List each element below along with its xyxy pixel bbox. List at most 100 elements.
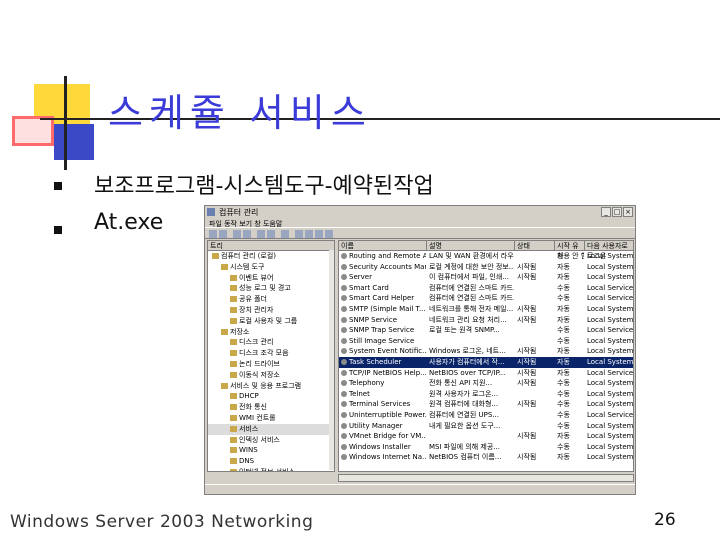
service-status: 시작됨 <box>517 357 554 368</box>
table-row[interactable]: Windows Installer MSI 파일에 의해 제공... 수동 Local… <box>339 442 633 453</box>
tree-item[interactable]: 디스크 관리 <box>208 337 334 348</box>
back-icon[interactable] <box>209 230 217 238</box>
stop-service-icon[interactable] <box>305 230 313 238</box>
tree-item[interactable]: 이동식 저장소 <box>208 370 334 381</box>
tree-item[interactable]: 인터넷 정보 서비스 <box>208 467 334 471</box>
folder-icon <box>230 285 237 292</box>
table-row[interactable]: Terminal Services 원격 컴퓨터에 대화형... 시작됨 수동 Loca… <box>339 399 633 410</box>
tree-item[interactable]: 전화 통신 <box>208 402 334 413</box>
tree-item[interactable]: 컴퓨터 관리 (로컬) <box>208 251 334 262</box>
table-row[interactable]: SMTP (Simple Mail T... 네트워크를 통해 전자 메일... 시… <box>339 304 633 315</box>
maximize-button[interactable]: □ <box>612 207 622 217</box>
table-row[interactable]: System Event Notific... Windows 로그온, 네트..… <box>339 346 633 357</box>
service-startup-type-text: 수동 <box>557 442 570 451</box>
tree-item[interactable]: 공유 폴더 <box>208 294 334 305</box>
column-header-description[interactable]: 설명 <box>427 241 515 251</box>
table-row[interactable]: SNMP Service 네트워크 관리 요청 처리... 시작됨 자동 Local S… <box>339 315 633 326</box>
table-row[interactable]: Task Scheduler 사용자가 컴퓨터에서 작... 시작됨 자동 Local … <box>339 356 633 368</box>
table-row[interactable]: Server 이 컴퓨터에서 파일, 인쇄... 시작됨 자동 Local System <box>339 272 633 283</box>
gear-icon <box>341 369 347 376</box>
service-name: Windows Installer <box>341 442 426 453</box>
table-row[interactable]: Telnet 원격 사용자가 로그온... 수동 Local System <box>339 389 633 400</box>
tree-item[interactable]: 논리 드라이브 <box>208 359 334 370</box>
tree-item-label: 이벤트 뷰어 <box>239 273 274 282</box>
gear-icon <box>341 327 347 334</box>
folder-icon <box>230 458 237 465</box>
title-decoration-blue <box>54 124 94 160</box>
table-row[interactable]: TCP/IP NetBIOS Help... NetBIOS over TCP/I… <box>339 368 633 379</box>
folder-icon <box>230 436 237 443</box>
service-description-text: NetBIOS 컴퓨터 이름... <box>429 453 502 462</box>
service-name-text: Still Image Service <box>349 336 415 345</box>
tree-item-label: 논리 드라이브 <box>239 359 280 368</box>
tree-item[interactable]: 서비스 <box>208 423 334 435</box>
column-header-status[interactable]: 상태 <box>515 241 555 251</box>
tree-item[interactable]: 인덱싱 서비스 <box>208 435 334 446</box>
column-header-log-on-as[interactable]: 다음 사용자로 로그온 <box>585 241 633 260</box>
gear-icon <box>341 316 347 323</box>
menu-bar[interactable]: 파일 동작 보기 창 도움말 <box>205 218 635 228</box>
start-service-icon[interactable] <box>295 230 303 238</box>
column-header-startup-type[interactable]: 시작 유형 <box>555 241 585 260</box>
tree-scrollbar[interactable] <box>329 250 334 470</box>
table-row[interactable]: Still Image Service 수동 Local System <box>339 336 633 347</box>
service-logon-as: Local System <box>587 315 633 326</box>
service-startup-type: 수동 <box>557 389 584 400</box>
tree-item[interactable]: 시스템 도구 <box>208 262 334 273</box>
table-row[interactable]: SNMP Trap Service 로컬 또는 원격 SNMP... 수동 Local… <box>339 325 633 336</box>
tree-item[interactable]: 이벤트 뷰어 <box>208 273 334 284</box>
service-name-text: Uninterruptible Power... <box>349 410 426 419</box>
table-row[interactable]: Smart Card 컴퓨터에 연결된 스마트 카드... 수동 Local Serv… <box>339 283 633 294</box>
service-startup-type-text: 수동 <box>557 410 570 419</box>
service-startup-type: 수동 <box>557 336 584 347</box>
tree-item[interactable]: 장치 관리자 <box>208 305 334 316</box>
gear-icon <box>341 305 347 312</box>
help-icon[interactable] <box>281 230 289 238</box>
service-startup-type-text: 수동 <box>557 389 570 398</box>
bullet-text-2: At.exe <box>94 210 164 235</box>
export-icon[interactable] <box>267 230 275 238</box>
service-logon-as-text: Local System <box>587 442 634 451</box>
tree-item-label: 로컬 사용자 및 그룹 <box>239 316 298 325</box>
tree-item[interactable]: 로컬 사용자 및 그룹 <box>208 316 334 327</box>
window-title-bar: 컴퓨터 관리 _ □ × <box>205 206 635 218</box>
service-status: 시작됨 <box>517 304 554 315</box>
up-icon[interactable] <box>233 230 241 238</box>
tree-item[interactable]: 저장소 <box>208 327 334 338</box>
table-row[interactable]: VMnet Bridge for VM... 시작됨 자동 Local System <box>339 431 633 442</box>
pause-service-icon[interactable] <box>315 230 323 238</box>
service-logon-as-text: Local Service <box>587 294 634 303</box>
tree-item[interactable]: DHCP <box>208 391 334 402</box>
table-row[interactable]: Routing and Remote AccessLAN 및 WAN 환경에서 … <box>339 251 633 262</box>
tree-body: 컴퓨터 관리 (로컬) 시스템 도구 이벤트 뷰어 성능 로그 및 경고 공유 폴더 장치… <box>208 251 334 471</box>
list-horizontal-scrollbar[interactable] <box>338 474 634 482</box>
service-name-text: Windows Internet Na... <box>349 453 426 462</box>
service-name: SMTP (Simple Mail T... <box>341 304 426 315</box>
tree-item[interactable]: 성능 로그 및 경고 <box>208 283 334 294</box>
service-logon-as: Local System <box>587 262 633 273</box>
table-row[interactable]: Windows Internet Na... NetBIOS 컴퓨터 이름... 시… <box>339 452 633 463</box>
service-startup-type: 자동 <box>557 431 584 442</box>
table-row[interactable]: Uninterruptible Power... 컴퓨터에 연결된 UPS... 수… <box>339 410 633 421</box>
column-header-name[interactable]: 이름 <box>339 241 427 251</box>
service-name-text: Telephony <box>349 379 385 388</box>
table-row[interactable]: Security Accounts Manager로컬 계정에 대한 보안 정보… <box>339 262 633 273</box>
service-description: 전화 통신 API 지원... <box>429 378 514 389</box>
tree-item[interactable]: 디스크 조각 모음 <box>208 348 334 359</box>
refresh-icon[interactable] <box>257 230 265 238</box>
service-name: SNMP Service <box>341 315 426 326</box>
tree-item[interactable]: WMI 컨트롤 <box>208 413 334 424</box>
properties-icon[interactable] <box>243 230 251 238</box>
tree-item[interactable]: 서비스 및 응용 프로그램 <box>208 381 334 392</box>
close-button[interactable]: × <box>623 207 633 217</box>
table-row[interactable]: Utility Manager 내게 필요한 옵션 도구... 수동 Local Sy… <box>339 421 633 432</box>
minimize-button[interactable]: _ <box>601 207 611 217</box>
forward-icon[interactable] <box>219 230 227 238</box>
tree-item[interactable]: DNS <box>208 456 334 467</box>
restart-service-icon[interactable] <box>325 230 333 238</box>
table-row[interactable]: Telephony 전화 통신 API 지원... 시작됨 수동 Local Syste… <box>339 378 633 389</box>
tree-item[interactable]: WINS <box>208 445 334 456</box>
table-row[interactable]: Smart Card Helper 컴퓨터에 연결된 스마트 카드... 수동 Loc… <box>339 293 633 304</box>
service-startup-type-text: 자동 <box>557 357 570 366</box>
gear-icon <box>341 284 347 291</box>
